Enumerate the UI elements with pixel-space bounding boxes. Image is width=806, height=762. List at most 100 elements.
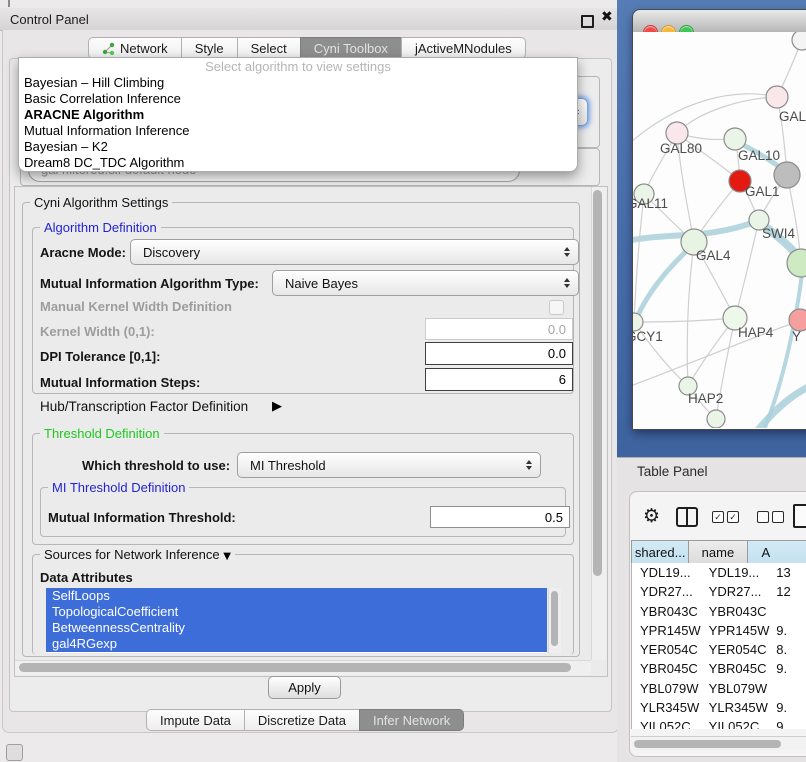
table-panel-title: Table Panel <box>637 464 708 479</box>
table-row[interactable]: YIL052CYIL052C9. <box>632 717 806 729</box>
tab-network[interactable]: Network <box>88 37 182 59</box>
network-node[interactable] <box>724 128 746 150</box>
select-all-icon[interactable]: ✓ <box>712 511 724 523</box>
apply-button-label: Apply <box>288 680 321 695</box>
tab-discretize-data[interactable]: Discretize Data <box>244 709 360 731</box>
table-hscroll-thumb[interactable] <box>634 740 781 748</box>
vertical-scrollbar-thumb[interactable] <box>593 190 602 576</box>
tab-label: Impute Data <box>160 713 231 728</box>
network-edge <box>633 94 777 150</box>
table-row[interactable]: YPR145WYPR145W9. <box>632 621 806 640</box>
sources-title: Sources for Network Inference ▼ <box>40 547 235 562</box>
network-graph[interactable]: GALGAL80GAL10GAL1GAL11SWI4GAL4GCY1HAP4YH… <box>633 32 806 428</box>
document-icon[interactable] <box>793 504 806 528</box>
table-body[interactable]: YDL19...YDL19...13YDR27...YDR27...12YBR0… <box>631 563 806 729</box>
data-attributes-list[interactable]: SelfLoopsTopologicalCoefficientBetweenne… <box>46 588 547 653</box>
select-all-icon-2[interactable]: ✓ <box>727 511 739 523</box>
network-node[interactable] <box>789 309 806 331</box>
mi-steps-field[interactable]: 6 <box>425 368 573 391</box>
kernel-width-field[interactable]: 0.0 <box>425 318 573 340</box>
network-node[interactable] <box>707 410 725 428</box>
aracne-mode-label: Aracne Mode: <box>40 245 126 260</box>
table-row[interactable]: YBL079WYBL079W <box>632 679 806 698</box>
network-node[interactable] <box>792 32 806 50</box>
attribute-item[interactable]: BetweennessCentrality <box>46 620 547 636</box>
column-label: shared... <box>635 545 686 560</box>
node-label: GAL11 <box>633 196 668 211</box>
deselect-all-icon-2[interactable] <box>772 511 784 523</box>
node-label: GAL80 <box>660 141 702 156</box>
attribute-item[interactable]: gal4RGexp <box>46 636 547 652</box>
stepper-icon <box>526 460 532 470</box>
network-node[interactable] <box>766 86 788 108</box>
expand-right-icon[interactable]: ▶ <box>272 399 282 414</box>
float-panel-icon[interactable] <box>581 15 594 28</box>
table-cell <box>770 679 806 698</box>
attribute-item[interactable]: SelfLoops <box>46 588 547 604</box>
hub-section-label: Hub/Transcription Factor Definition <box>40 399 248 414</box>
table-cell: 13 <box>770 563 806 582</box>
algorithm-option[interactable]: Basic Correlation Inference <box>19 91 577 107</box>
kernel-width-label: Kernel Width (0,1): <box>40 324 155 339</box>
algorithm-option[interactable]: Bayesian – K2 <box>19 139 577 155</box>
dpi-tolerance-field[interactable]: 0.0 <box>425 342 573 365</box>
algorithm-option[interactable]: Dream8 DC_TDC Algorithm <box>19 155 577 171</box>
tab-impute-data[interactable]: Impute Data <box>146 709 245 731</box>
algorithm-option[interactable]: Mutual Information Inference <box>19 123 577 139</box>
column-header-shared-name[interactable]: shared... <box>632 541 689 564</box>
tab-style[interactable]: Style <box>181 37 238 59</box>
mi-algorithm-type-combo[interactable]: Naive Bayes <box>272 270 579 296</box>
horizontal-scrollbar-thumb[interactable] <box>19 663 571 672</box>
attributes-scrollbar-thumb[interactable] <box>551 591 558 646</box>
manual-kernel-checkbox[interactable] <box>549 300 564 315</box>
table-header: shared... name A <box>631 540 806 565</box>
table-horizontal-scrollbar[interactable] <box>631 736 806 751</box>
data-attributes-label: Data Attributes <box>40 570 133 585</box>
tab-select[interactable]: Select <box>237 37 301 59</box>
minimized-panel-icon[interactable] <box>6 744 23 761</box>
column-header-name[interactable]: name <box>689 541 747 564</box>
tab-label: Style <box>195 41 224 56</box>
aracne-mode-combo[interactable]: Discovery <box>130 239 579 265</box>
table-cell: YPR145W <box>632 621 701 640</box>
settings-gear-icon[interactable]: ⚙ <box>643 507 660 526</box>
mi-threshold-field[interactable]: 0.5 <box>430 506 570 528</box>
node-label: HAP2 <box>688 391 723 406</box>
tab-cyni-toolbox[interactable]: Cyni Toolbox <box>300 37 402 59</box>
column-header-partial[interactable]: A <box>748 541 806 564</box>
tab-jactivemnodules[interactable]: jActiveMNodules <box>401 37 526 59</box>
table-row[interactable]: YBR043CYBR043C <box>632 602 806 621</box>
mi-steps-label: Mutual Information Steps: <box>40 375 200 390</box>
table-row[interactable]: YDL19...YDL19...13 <box>632 563 806 582</box>
bottom-tabs: Impute Data Discretize Data Infer Networ… <box>147 709 464 731</box>
algorithm-dropdown-popup: Select algorithm to view settings Bayesi… <box>18 57 578 172</box>
table-cell <box>770 602 806 621</box>
network-edge <box>735 220 759 318</box>
network-node[interactable] <box>787 249 806 277</box>
stepper-icon <box>564 247 570 257</box>
node-label: GAL <box>779 109 806 124</box>
collapse-down-icon[interactable]: ▼ <box>223 551 231 562</box>
node-label: GAL1 <box>745 184 780 199</box>
tab-infer-network[interactable]: Infer Network <box>359 709 464 731</box>
tab-label: Select <box>251 41 287 56</box>
control-panel-titlebar: Control Panel <box>0 8 620 31</box>
table-cell: 9. <box>770 717 806 729</box>
network-window-titlebar[interactable] <box>633 10 806 33</box>
attribute-item[interactable]: TopologicalCoefficient <box>46 604 547 620</box>
which-threshold-combo[interactable]: MI Threshold <box>237 452 541 478</box>
table-cell: YIL052C <box>701 717 771 729</box>
algorithm-option[interactable]: ARACNE Algorithm <box>19 107 577 123</box>
columns-icon[interactable] <box>676 507 698 527</box>
apply-button[interactable]: Apply <box>268 676 341 699</box>
node-label: GAL10 <box>738 148 780 163</box>
table-row[interactable]: YDR27...YDR27...12 <box>632 582 806 601</box>
table-row[interactable]: YER054CYER054C8. <box>632 640 806 659</box>
table-row[interactable]: YBR045CYBR045C9. <box>632 659 806 678</box>
tab-label: Network <box>120 41 168 56</box>
group-title: Cyni Algorithm Settings <box>30 195 172 210</box>
algorithm-option[interactable]: Bayesian – Hill Climbing <box>19 75 577 91</box>
deselect-all-icon[interactable] <box>757 511 769 523</box>
table-row[interactable]: YLR345WYLR345W9. <box>632 698 806 717</box>
close-panel-icon[interactable]: ✖ <box>601 9 613 25</box>
